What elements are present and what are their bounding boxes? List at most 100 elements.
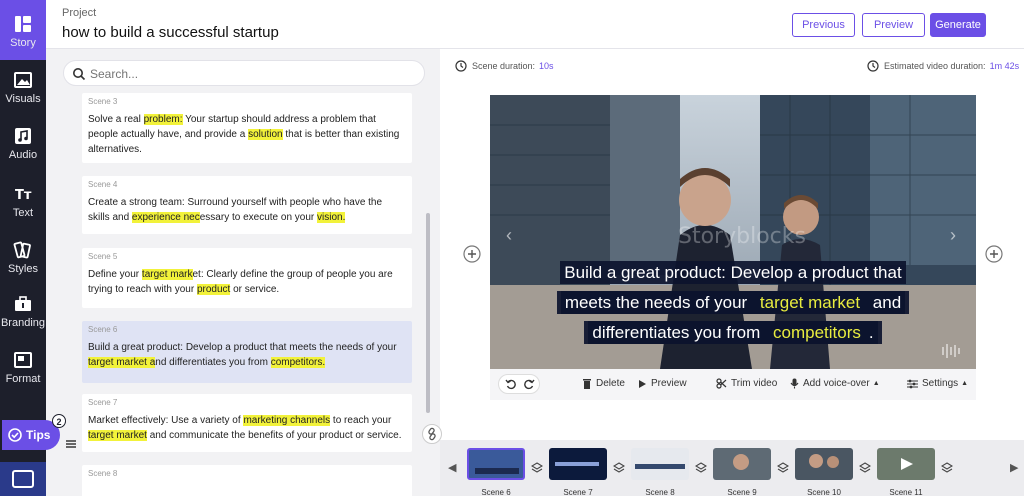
caption-line-2[interactable]: meets the needs of your target market an… bbox=[490, 291, 976, 315]
preview-button[interactable]: Preview bbox=[862, 13, 925, 37]
timeline-label: Scene 8 bbox=[645, 488, 675, 496]
delete-button[interactable]: Delete bbox=[582, 378, 625, 389]
drag-handle-icon[interactable] bbox=[66, 440, 76, 448]
scene-name: Scene 6 bbox=[88, 325, 118, 334]
scene-text[interactable]: Market effectively: Use a variety of mar… bbox=[88, 413, 406, 443]
help-video-thumbnail[interactable] bbox=[0, 462, 46, 496]
scene-name: Scene 7 bbox=[88, 398, 118, 407]
search-icon bbox=[73, 68, 86, 81]
layers-icon[interactable] bbox=[613, 462, 625, 474]
scene-name: Scene 8 bbox=[88, 469, 118, 478]
scene-card-8[interactable]: Scene 8 bbox=[82, 465, 412, 496]
caret-up-icon: ▲ bbox=[961, 380, 969, 387]
add-scene-after-icon[interactable] bbox=[985, 245, 1003, 263]
play-icon bbox=[901, 458, 913, 470]
sidebar-item-label: Format bbox=[5, 373, 41, 385]
caption-line-1[interactable]: Build a great product: Develop a product… bbox=[490, 261, 976, 285]
scene-card-4[interactable]: Scene 4 Create a strong team: Surround y… bbox=[82, 176, 412, 234]
layers-icon[interactable] bbox=[695, 462, 707, 474]
next-scene-arrow: › bbox=[950, 225, 956, 245]
timeline-thumb-scene-10[interactable] bbox=[795, 448, 853, 480]
scene-text[interactable]: Define your target market: Clearly defin… bbox=[88, 267, 406, 297]
trim-video-button[interactable]: Trim video bbox=[716, 378, 777, 389]
sidebar-item-branding[interactable]: Branding bbox=[0, 294, 46, 338]
sidebar-item-label: Styles bbox=[8, 263, 38, 275]
scene-card-7[interactable]: Scene 7 Market effectively: Use a variet… bbox=[82, 394, 412, 452]
layers-icon[interactable] bbox=[531, 462, 543, 474]
scene-text[interactable]: Solve a real problem: Your startup shoul… bbox=[88, 112, 406, 157]
scene-preview-button[interactable]: Preview bbox=[638, 378, 687, 389]
sidebar-item-label: Text bbox=[12, 207, 34, 219]
redo-icon[interactable] bbox=[523, 378, 535, 390]
layers-icon[interactable] bbox=[777, 462, 789, 474]
sidebar-item-styles[interactable]: Styles bbox=[0, 240, 46, 284]
microphone-icon bbox=[790, 378, 799, 389]
play-icon bbox=[639, 379, 646, 388]
timeline-label: Scene 6 bbox=[481, 488, 511, 496]
project-label: Project bbox=[62, 7, 97, 19]
sliders-icon bbox=[907, 379, 918, 388]
timeline-thumb-scene-9[interactable] bbox=[713, 448, 771, 480]
scene-name: Scene 5 bbox=[88, 252, 118, 261]
clock-icon bbox=[455, 60, 467, 72]
timeline-label: Scene 11 bbox=[889, 488, 923, 496]
scene-card-6[interactable]: Scene 6 Build a great product: Develop a… bbox=[82, 321, 412, 383]
search-box bbox=[63, 60, 425, 86]
layers-icon[interactable] bbox=[941, 462, 953, 474]
timeline-thumb-scene-6[interactable] bbox=[467, 448, 525, 480]
undo-redo-group bbox=[498, 374, 540, 394]
scene-name: Scene 3 bbox=[88, 97, 118, 106]
tips-count-badge: 2 bbox=[52, 414, 66, 428]
check-circle-icon bbox=[8, 428, 22, 442]
story-icon bbox=[15, 16, 31, 32]
tips-label: Tips bbox=[26, 428, 51, 442]
trash-icon bbox=[583, 379, 591, 389]
previous-scene-arrow: ‹ bbox=[506, 225, 512, 245]
timeline-thumb-scene-7[interactable] bbox=[549, 448, 607, 480]
generate-button[interactable]: Generate bbox=[930, 13, 986, 37]
play-icon bbox=[12, 470, 34, 488]
timeline-thumb-scene-11[interactable] bbox=[877, 448, 935, 480]
sidebar-item-audio[interactable]: Audio bbox=[0, 126, 46, 170]
scene-timeline: ◀ ▶ Scene 6 Scene 7 Scene 8 Scene 9 Scen… bbox=[440, 440, 1024, 496]
link-scene-button[interactable] bbox=[422, 424, 442, 444]
timeline-next-arrow[interactable]: ▶ bbox=[1010, 461, 1018, 474]
scissors-icon bbox=[716, 378, 727, 389]
sidebar-item-text[interactable]: Tт Text bbox=[0, 184, 46, 228]
format-icon bbox=[14, 352, 32, 368]
layers-icon[interactable] bbox=[859, 462, 871, 474]
previous-button[interactable]: Previous bbox=[792, 13, 855, 37]
scrollbar[interactable] bbox=[426, 213, 430, 413]
timeline-prev-arrow[interactable]: ◀ bbox=[448, 461, 456, 474]
scene-card-3[interactable]: Scene 3 Solve a real problem: Your start… bbox=[82, 93, 412, 163]
timeline-label: Scene 10 bbox=[807, 488, 841, 496]
scene-name: Scene 4 bbox=[88, 180, 118, 189]
caption-line-3[interactable]: differentiates you from competitors. bbox=[490, 321, 976, 345]
sidebar-item-visuals[interactable]: Visuals bbox=[0, 70, 46, 114]
scene-preview[interactable]: Storyblocks ‹ › Build a great product: D… bbox=[490, 95, 976, 369]
styles-icon bbox=[13, 241, 31, 259]
scene-text[interactable]: Build a great product: Develop a product… bbox=[88, 340, 406, 370]
script-panel: Scene 3 Solve a real problem: Your start… bbox=[46, 49, 442, 496]
svg-text:Tт: Tт bbox=[15, 188, 32, 203]
settings-button[interactable]: Settings ▲ bbox=[907, 378, 968, 389]
music-note-icon bbox=[15, 128, 31, 144]
tips-button[interactable]: Tips 2 bbox=[2, 414, 66, 450]
sidebar-item-label: Visuals bbox=[5, 93, 41, 105]
timeline-thumb-scene-8[interactable] bbox=[631, 448, 689, 480]
link-icon bbox=[428, 427, 436, 441]
sidebar-item-story[interactable]: Story bbox=[0, 0, 46, 60]
estimated-duration: Estimated video duration: 1m 42s bbox=[867, 60, 1019, 72]
search-input[interactable] bbox=[90, 65, 410, 82]
add-voice-over-button[interactable]: Add voice-over ▲ bbox=[790, 378, 880, 389]
scene-duration: Scene duration: 10s bbox=[455, 60, 554, 72]
add-scene-before-icon[interactable] bbox=[463, 245, 481, 263]
scene-text[interactable]: Create a strong team: Surround yourself … bbox=[88, 195, 406, 225]
project-title[interactable]: how to build a successful startup bbox=[62, 24, 279, 41]
undo-icon[interactable] bbox=[505, 378, 517, 390]
sidebar-item-label: Story bbox=[10, 37, 36, 49]
sidebar-item-label: Audio bbox=[8, 149, 38, 161]
sidebar-item-format[interactable]: Format bbox=[0, 350, 46, 394]
text-icon: Tт bbox=[15, 188, 32, 203]
scene-card-5[interactable]: Scene 5 Define your target market: Clear… bbox=[82, 248, 412, 308]
